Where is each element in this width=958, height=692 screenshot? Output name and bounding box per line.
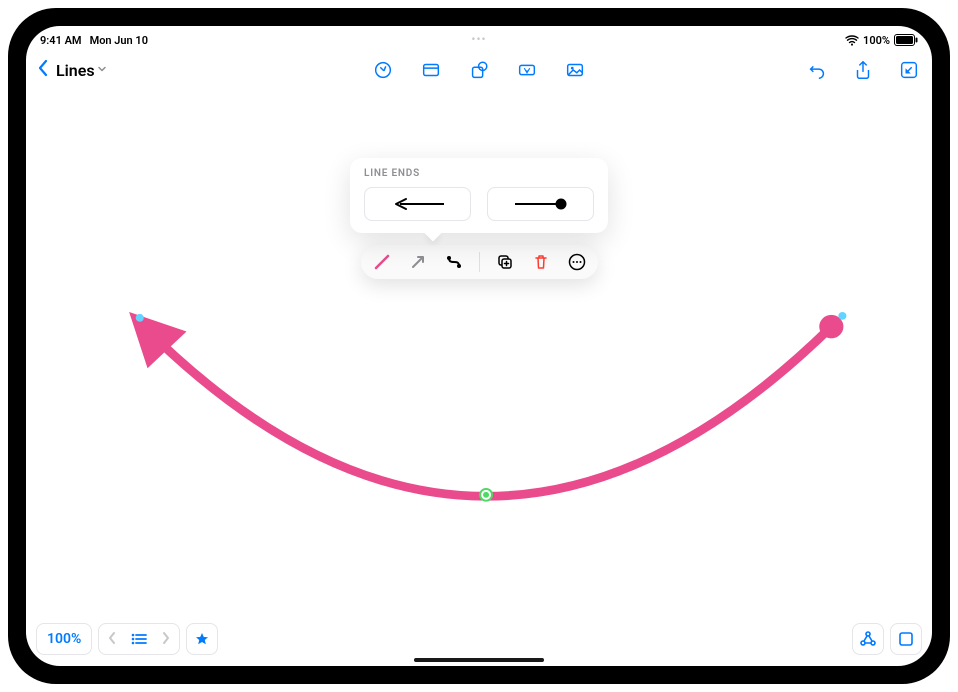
delete-button[interactable] bbox=[530, 251, 552, 273]
zoom-value: 100% bbox=[47, 631, 81, 647]
document-title[interactable]: Lines bbox=[56, 61, 107, 80]
arrow-style-button[interactable] bbox=[407, 251, 429, 273]
selection-handle-start[interactable] bbox=[136, 314, 144, 322]
image-tool-button[interactable] bbox=[562, 57, 588, 83]
selection-handle-end[interactable] bbox=[838, 312, 846, 320]
line-end-finish-button[interactable] bbox=[487, 187, 594, 221]
slide-tool-button[interactable] bbox=[418, 57, 444, 83]
line-ends-popover: LINE ENDS bbox=[350, 158, 608, 233]
undo-button[interactable] bbox=[804, 57, 830, 83]
favorite-button[interactable] bbox=[186, 623, 218, 655]
line-ends-title: LINE ENDS bbox=[364, 168, 594, 179]
line-end-start-button[interactable] bbox=[364, 187, 471, 221]
connection-style-button[interactable] bbox=[443, 251, 465, 273]
textbox-tool-button[interactable] bbox=[514, 57, 540, 83]
duplicate-button[interactable] bbox=[494, 251, 516, 273]
app-toolbar: Lines bbox=[26, 50, 932, 90]
context-pill bbox=[361, 245, 598, 279]
chevron-down-icon bbox=[97, 64, 107, 77]
shape-tool-button[interactable] bbox=[466, 57, 492, 83]
collaboration-button[interactable] bbox=[852, 623, 884, 655]
document-title-text: Lines bbox=[56, 61, 95, 80]
zoom-level[interactable]: 100% bbox=[36, 623, 92, 655]
multitask-dots-icon[interactable]: ••• bbox=[471, 32, 486, 46]
status-time: 9:41 AM bbox=[40, 34, 82, 47]
pill-divider bbox=[479, 252, 480, 272]
prev-slide-button[interactable] bbox=[105, 630, 119, 649]
selection-handle-mid[interactable] bbox=[480, 489, 492, 501]
present-button[interactable] bbox=[890, 623, 922, 655]
next-slide-button[interactable] bbox=[159, 630, 173, 649]
status-date: Mon Jun 10 bbox=[90, 34, 148, 47]
stroke-style-button[interactable] bbox=[371, 251, 393, 273]
paint-tool-button[interactable] bbox=[370, 57, 396, 83]
back-button[interactable] bbox=[36, 58, 50, 82]
slide-list-button[interactable] bbox=[129, 630, 149, 649]
edit-button[interactable] bbox=[896, 57, 922, 83]
wifi-icon bbox=[845, 35, 859, 46]
connector-line[interactable] bbox=[142, 325, 832, 497]
home-indicator[interactable] bbox=[414, 658, 544, 662]
status-battery: 100% bbox=[863, 34, 890, 47]
bottom-bar: 100% bbox=[36, 622, 922, 656]
share-button[interactable] bbox=[850, 57, 876, 83]
battery-icon bbox=[894, 34, 918, 46]
slide-navigator bbox=[98, 623, 180, 655]
more-button[interactable] bbox=[566, 251, 588, 273]
